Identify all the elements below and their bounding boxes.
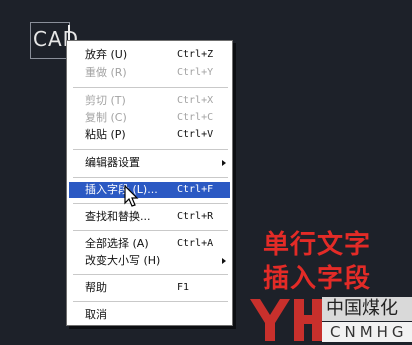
menu-item-label: 剪切 (T) bbox=[85, 94, 126, 107]
menu-item-shortcut: Ctrl+R bbox=[177, 211, 214, 222]
menu-item-redo: 重做 (R) Ctrl+Y bbox=[69, 65, 230, 81]
menu-item-cut: 剪切 (T) Ctrl+X bbox=[69, 93, 230, 109]
menu-item-cancel[interactable]: 取消 bbox=[69, 307, 230, 323]
menu-item-find-replace[interactable]: 查找和替换... Ctrl+R bbox=[69, 209, 230, 225]
menu-item-label: 粘贴 (P) bbox=[85, 128, 126, 141]
menu-item-help[interactable]: 帮助 F1 bbox=[69, 280, 230, 296]
menu-item-editor-settings[interactable]: 编辑器设置 bbox=[69, 155, 230, 171]
menu-separator bbox=[73, 203, 228, 205]
menu-item-shortcut: Ctrl+A bbox=[177, 238, 214, 249]
logo-mark-icon bbox=[246, 295, 326, 343]
menu-separator bbox=[73, 230, 228, 232]
menu-item-change-case[interactable]: 改变大小写 (H) bbox=[69, 253, 230, 269]
chevron-right-icon bbox=[222, 258, 226, 264]
menu-item-shortcut: Ctrl+X bbox=[177, 95, 214, 106]
menu-item-shortcut: Ctrl+F bbox=[177, 184, 214, 195]
menu-item-label: 编辑器设置 bbox=[85, 156, 140, 169]
menu-item-label: 复制 (C) bbox=[85, 111, 127, 124]
menu-item-select-all[interactable]: 全部选择 (A) Ctrl+A bbox=[69, 236, 230, 252]
logo-chinese-text: 中国煤化工 bbox=[322, 297, 412, 343]
menu-separator bbox=[73, 301, 228, 303]
menu-separator bbox=[73, 177, 228, 179]
menu-separator bbox=[73, 274, 228, 276]
menu-item-label: 放弃 (U) bbox=[85, 48, 128, 61]
menu-item-copy: 复制 (C) Ctrl+C bbox=[69, 110, 230, 126]
caption-line-1: 单行文字 bbox=[263, 230, 372, 260]
menu-item-label: 查找和替换... bbox=[85, 210, 151, 223]
watermark-logo: 中国煤化工 CNMHG bbox=[246, 290, 412, 345]
menu-item-label: 帮助 bbox=[85, 281, 107, 294]
menu-item-shortcut: F1 bbox=[177, 282, 190, 293]
menu-item-label: 全部选择 (A) bbox=[85, 237, 149, 250]
menu-item-label: 取消 bbox=[85, 308, 107, 321]
logo-english-text: CNMHG bbox=[322, 322, 412, 342]
menu-item-label: 重做 (R) bbox=[85, 66, 127, 79]
context-menu: 放弃 (U) Ctrl+Z 重做 (R) Ctrl+Y 剪切 (T) Ctrl+… bbox=[66, 40, 233, 326]
menu-item-insert-field[interactable]: 插入字段 (L)... Ctrl+F bbox=[69, 182, 230, 198]
menu-item-shortcut: Ctrl+Z bbox=[177, 49, 214, 60]
menu-separator bbox=[73, 149, 228, 151]
menu-separator bbox=[73, 87, 228, 89]
menu-item-shortcut: Ctrl+Y bbox=[177, 67, 214, 78]
chevron-right-icon bbox=[222, 160, 226, 166]
menu-item-shortcut: Ctrl+V bbox=[177, 129, 214, 140]
cad-text-object[interactable]: CAD bbox=[30, 22, 78, 59]
menu-item-paste[interactable]: 粘贴 (P) Ctrl+V bbox=[69, 127, 230, 143]
menu-item-shortcut: Ctrl+C bbox=[177, 112, 214, 123]
menu-item-undo[interactable]: 放弃 (U) Ctrl+Z bbox=[69, 47, 230, 63]
menu-item-label: 插入字段 (L)... bbox=[85, 183, 158, 196]
mouse-pointer-icon bbox=[124, 185, 139, 207]
menu-item-label: 改变大小写 (H) bbox=[85, 254, 161, 267]
